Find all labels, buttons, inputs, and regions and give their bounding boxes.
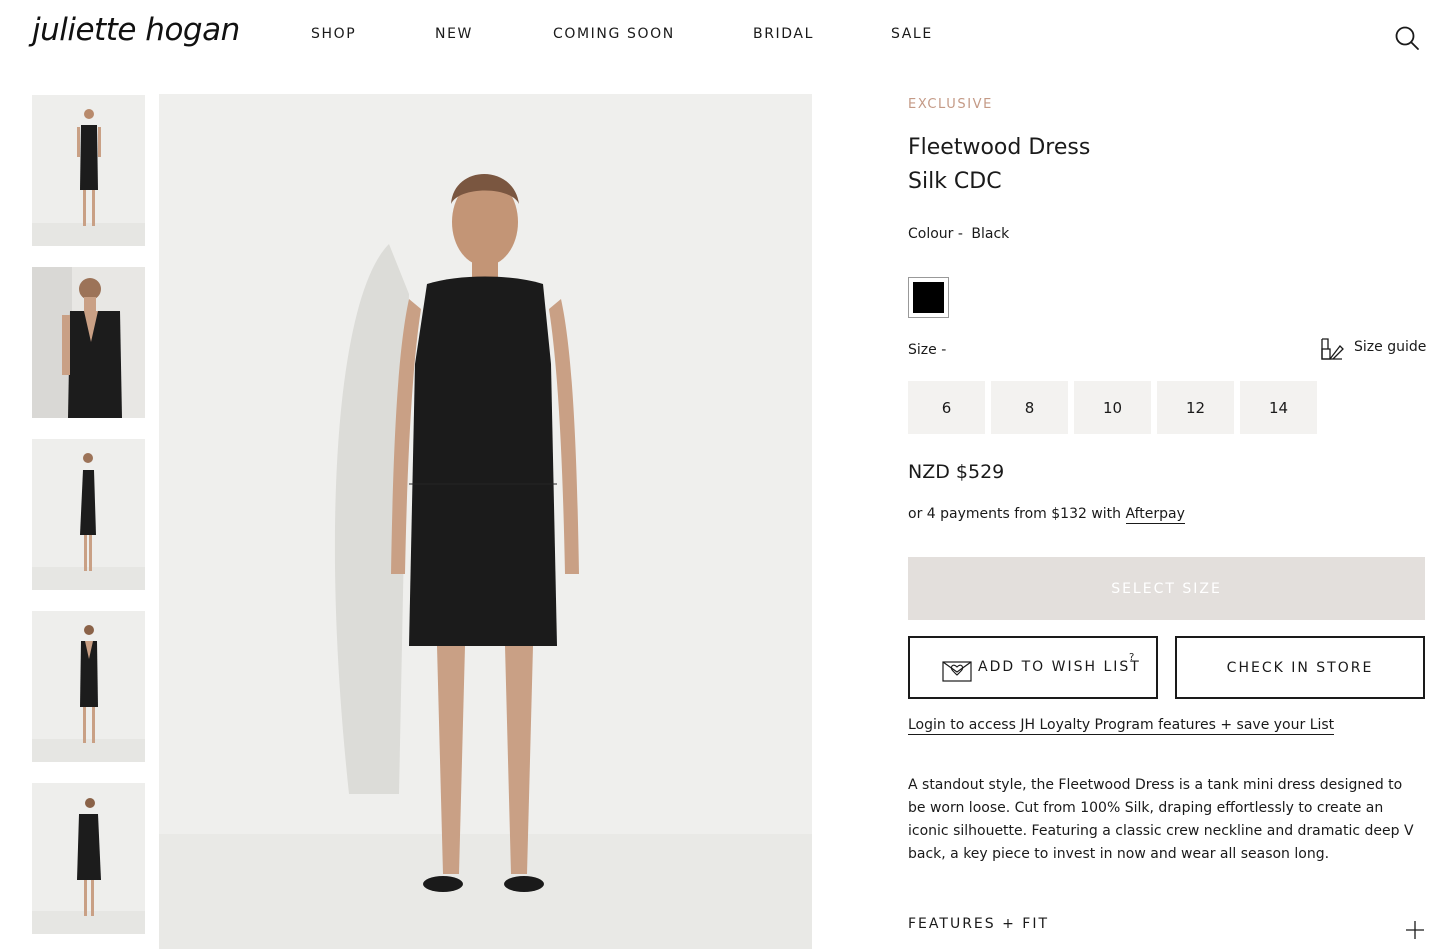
product-tag-exclusive: EXCLUSIVE	[908, 97, 993, 112]
thumbnail-side[interactable]	[32, 439, 145, 590]
thumbnail-front[interactable]	[32, 95, 145, 246]
loyalty-login-link[interactable]: Login to access JH Loyalty Program featu…	[908, 717, 1335, 735]
size-option-6[interactable]: 6	[908, 381, 985, 434]
thumbnail-side-back[interactable]	[32, 783, 145, 934]
thumbnail-back-full[interactable]	[32, 611, 145, 762]
colour-label: Colour - Black	[908, 226, 1009, 242]
colour-label-text: Colour -	[908, 226, 963, 242]
product-main-image[interactable]	[159, 94, 812, 949]
colour-value: Black	[971, 226, 1010, 242]
colour-swatch-black[interactable]	[908, 277, 949, 318]
size-option-14[interactable]: 14	[1240, 381, 1317, 434]
afterpay-info: or 4 payments from $132 with Afterpay	[908, 506, 1185, 524]
nav-new[interactable]: NEW	[435, 26, 473, 42]
product-fabric: Silk CDC	[908, 169, 1002, 194]
nav-bridal[interactable]: BRIDAL	[753, 26, 814, 42]
main-nav: SHOP NEW COMING SOON BRIDAL SALE	[0, 26, 1000, 46]
product-description: A standout style, the Fleetwood Dress is…	[908, 777, 1414, 862]
thumbnail-back[interactable]	[32, 267, 145, 418]
size-label: Size -	[908, 342, 947, 358]
product-price: NZD $529	[908, 461, 1005, 483]
nav-shop[interactable]: SHOP	[311, 26, 356, 42]
nav-coming-soon[interactable]: COMING SOON	[553, 26, 675, 42]
size-guide-label: Size guide	[1354, 339, 1427, 355]
size-guide-link[interactable]: Size guide	[1320, 336, 1427, 362]
check-in-store-button[interactable]: CHECK IN STORE	[1175, 636, 1425, 699]
size-option-8[interactable]: 8	[991, 381, 1068, 434]
plus-icon[interactable]	[1405, 920, 1425, 940]
wish-list-label: ADD TO WISH LIST	[978, 659, 1141, 675]
wish-list-help-icon[interactable]: ?	[1129, 652, 1134, 663]
size-option-12[interactable]: 12	[1157, 381, 1234, 434]
product-title: Fleetwood Dress Silk CDC	[908, 131, 1090, 199]
afterpay-text: or 4 payments from $132 with	[908, 506, 1122, 522]
size-guide-icon	[1321, 338, 1344, 360]
select-size-button[interactable]: SELECT SIZE	[908, 557, 1425, 620]
add-to-wish-list-button[interactable]: ADD TO WISH LIST ?	[908, 636, 1158, 699]
size-options: 6 8 10 12 14	[908, 381, 1328, 434]
size-option-10[interactable]: 10	[1074, 381, 1151, 434]
features-fit-toggle[interactable]: FEATURES + FIT	[908, 916, 1049, 932]
afterpay-link[interactable]: Afterpay	[1125, 506, 1185, 524]
heart-envelope-icon	[942, 661, 972, 682]
product-name: Fleetwood Dress	[908, 135, 1091, 160]
product-info-panel: EXCLUSIVE Fleetwood Dress Silk CDC Colou…	[908, 0, 1427, 949]
